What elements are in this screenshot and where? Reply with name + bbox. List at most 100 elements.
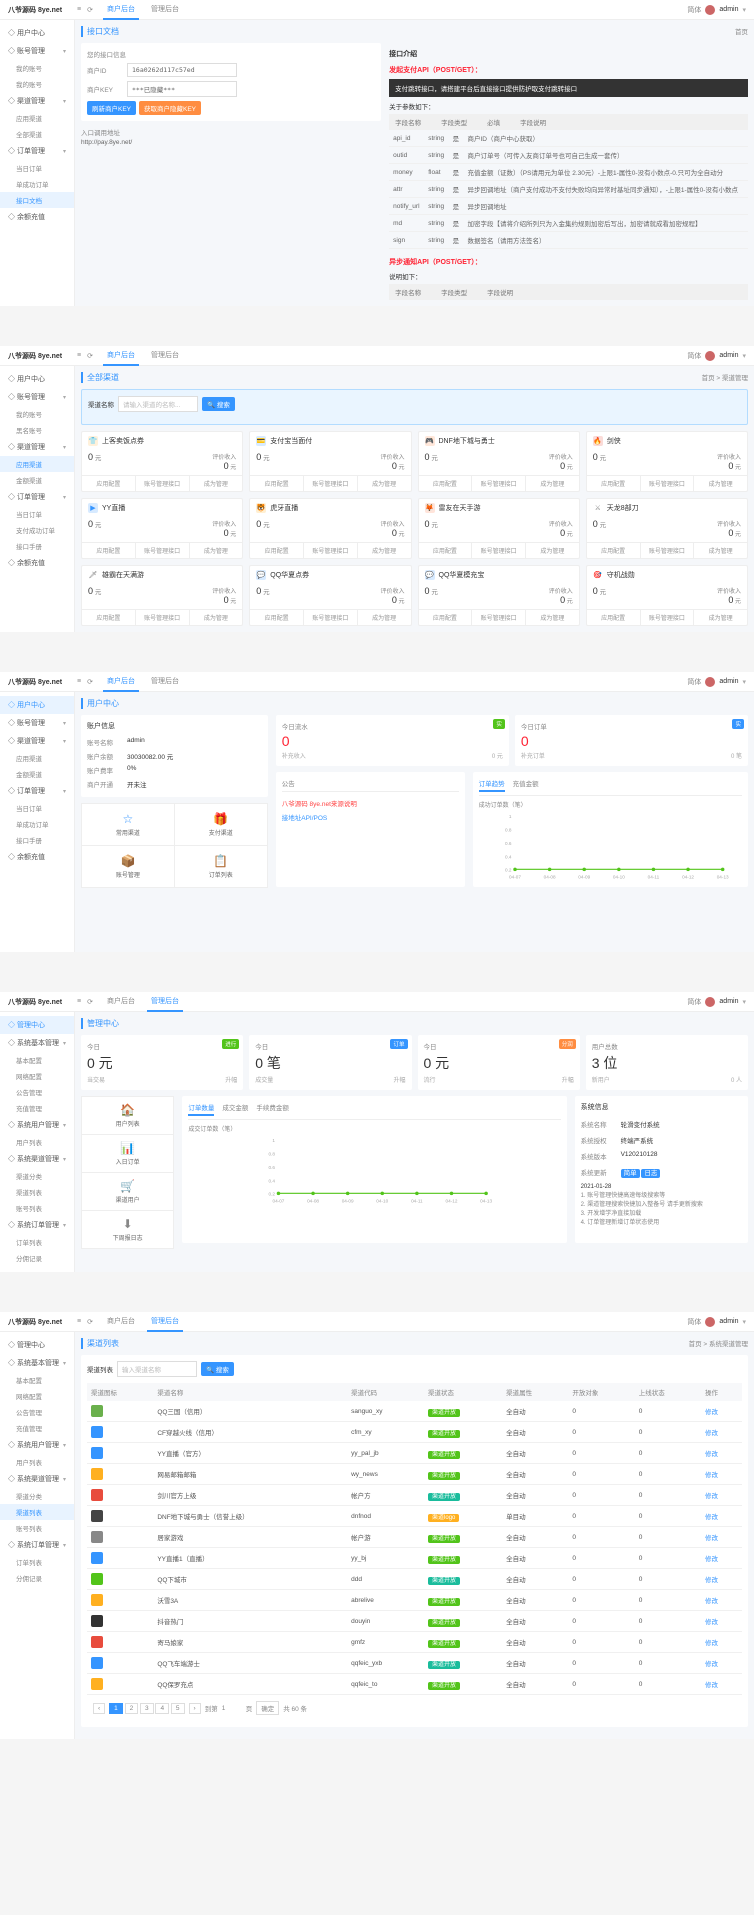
refresh-icon[interactable]: ⟳ <box>87 998 93 1006</box>
tab-merchant[interactable]: 商户后台 <box>103 0 139 20</box>
sidebar-sub-item[interactable]: 金额渠道 <box>0 766 74 782</box>
refresh-icon[interactable]: ⟳ <box>87 1318 93 1326</box>
sidebar-item[interactable]: ◇ 管理中心 <box>0 1336 74 1354</box>
page-number[interactable]: 4 <box>155 1703 169 1714</box>
tab-admin[interactable]: 管理后台 <box>147 992 183 1012</box>
sidebar-item[interactable]: ◇ 系统订单管理▾ <box>0 1216 74 1234</box>
sidebar-sub-item[interactable]: 当日订单 <box>0 160 74 176</box>
search-input[interactable]: 请输入渠道的名称... <box>118 396 198 412</box>
sidebar-sub-item[interactable]: 接口手册 <box>0 538 74 554</box>
page-number[interactable]: 1 <box>109 1703 123 1714</box>
card-action[interactable]: 成为管理 <box>526 476 579 491</box>
menu-toggle-icon[interactable]: ≡ <box>77 678 81 686</box>
tab-merchant[interactable]: 商户后台 <box>103 346 139 366</box>
card-action[interactable]: 成为管理 <box>358 476 411 491</box>
sidebar-item[interactable]: ◇ 订单管理▾ <box>0 488 74 506</box>
card-action[interactable]: 应用配置 <box>587 543 641 558</box>
sidebar-sub-item[interactable]: 应用渠道 <box>0 110 74 126</box>
avatar-icon[interactable] <box>705 1317 715 1327</box>
tab-merchant[interactable]: 商户后台 <box>103 992 139 1012</box>
quick-link[interactable]: ☆常用渠道 <box>82 804 174 845</box>
sidebar-item[interactable]: ◇ 系统订单管理▾ <box>0 1536 74 1554</box>
chart-tab[interactable]: 充值金额 <box>513 778 539 792</box>
chart-tab[interactable]: 订单趋势 <box>479 778 505 792</box>
tab-merchant[interactable]: 商户后台 <box>103 672 139 692</box>
sidebar-sub-item[interactable]: 单成功订单 <box>0 176 74 192</box>
sidebar-sub-item[interactable]: 我的账号 <box>0 406 74 422</box>
page-number[interactable]: 3 <box>140 1703 154 1714</box>
sidebar-sub-item[interactable]: 支付成功订单 <box>0 522 74 538</box>
card-action[interactable]: 账号管理接口 <box>304 543 358 558</box>
lang-switch[interactable]: 简体 <box>687 997 701 1007</box>
tab-admin[interactable]: 管理后台 <box>147 346 183 366</box>
sidebar-sub-item[interactable]: 黑名账号 <box>0 422 74 438</box>
sidebar-item[interactable]: ◇ 账号管理▾ <box>0 714 74 732</box>
card-action[interactable]: 账号管理接口 <box>641 610 695 625</box>
sidebar-item[interactable]: ◇ 系统渠道管理▾ <box>0 1470 74 1488</box>
sidebar-sub-item[interactable]: 账号列表 <box>0 1520 74 1536</box>
sidebar-item[interactable]: ◇ 账号管理▾ <box>0 42 74 60</box>
tab-admin[interactable]: 管理后台 <box>147 1312 183 1332</box>
card-action[interactable]: 成为管理 <box>694 610 747 625</box>
vnav-item[interactable]: ⬇下周报日志 <box>82 1211 173 1248</box>
card-action[interactable]: 账号管理接口 <box>641 543 695 558</box>
get-hidden-key-button[interactable]: 获取商户隐藏KEY <box>139 101 201 115</box>
card-action[interactable]: 应用配置 <box>587 610 641 625</box>
sidebar-item[interactable]: ◇ 用户中心 <box>0 24 74 42</box>
page-jump-input[interactable]: 1 <box>222 1705 242 1712</box>
lang-switch[interactable]: 简体 <box>687 677 701 687</box>
sidebar-sub-item[interactable]: 渠道列表 <box>0 1504 74 1520</box>
lang-switch[interactable]: 简体 <box>687 1317 701 1327</box>
sidebar-item[interactable]: ◇ 余额充值 <box>0 554 74 572</box>
vnav-item[interactable]: 🏠用户列表 <box>82 1097 173 1134</box>
card-action[interactable]: 应用配置 <box>250 543 304 558</box>
card-action[interactable]: 成为管理 <box>526 543 579 558</box>
badge[interactable]: 日志 <box>641 1169 660 1178</box>
card-action[interactable]: 账号管理接口 <box>136 610 190 625</box>
edit-link[interactable]: 修改 <box>705 1493 718 1500</box>
sidebar-item[interactable]: ◇ 管理中心 <box>0 1016 74 1034</box>
vnav-item[interactable]: 📊入日订单 <box>82 1135 173 1172</box>
sidebar-item[interactable]: ◇ 用户中心 <box>0 370 74 388</box>
card-action[interactable]: 账号管理接口 <box>641 476 695 491</box>
edit-link[interactable]: 修改 <box>705 1535 718 1542</box>
sidebar-sub-item[interactable]: 订单列表 <box>0 1234 74 1250</box>
menu-toggle-icon[interactable]: ≡ <box>77 352 81 360</box>
sidebar-sub-item[interactable]: 订单列表 <box>0 1554 74 1570</box>
card-action[interactable]: 账号管理接口 <box>472 476 526 491</box>
card-action[interactable]: 账号管理接口 <box>304 476 358 491</box>
avatar-icon[interactable] <box>705 997 715 1007</box>
chart-tab[interactable]: 订单数量 <box>188 1102 214 1116</box>
edit-link[interactable]: 修改 <box>705 1556 718 1563</box>
sidebar-sub-item[interactable]: 接口文档 <box>0 192 74 208</box>
sidebar-sub-item[interactable]: 基本配置 <box>0 1052 74 1068</box>
refresh-icon[interactable]: ⟳ <box>87 6 93 14</box>
sidebar-item[interactable]: ◇ 系统用户管理▾ <box>0 1436 74 1454</box>
sidebar-sub-item[interactable]: 单成功订单 <box>0 816 74 832</box>
sidebar-sub-item[interactable]: 应用渠道 <box>0 456 74 472</box>
sidebar-sub-item[interactable]: 接口手册 <box>0 832 74 848</box>
refresh-icon[interactable]: ⟳ <box>87 352 93 360</box>
avatar-icon[interactable] <box>705 677 715 687</box>
lang-switch[interactable]: 简体 <box>687 5 701 15</box>
card-action[interactable]: 成为管理 <box>694 476 747 491</box>
menu-toggle-icon[interactable]: ≡ <box>77 6 81 14</box>
search-button[interactable]: 🔍 搜索 <box>202 397 235 411</box>
card-action[interactable]: 成为管理 <box>190 610 243 625</box>
card-action[interactable]: 应用配置 <box>250 610 304 625</box>
card-action[interactable]: 成为管理 <box>358 543 411 558</box>
username[interactable]: admin <box>719 352 738 359</box>
edit-link[interactable]: 修改 <box>705 1451 718 1458</box>
sidebar-item[interactable]: ◇ 用户中心 <box>0 696 74 714</box>
announce-link[interactable]: 接地址API/POS <box>282 810 459 824</box>
avatar-icon[interactable] <box>705 5 715 15</box>
card-action[interactable]: 账号管理接口 <box>136 476 190 491</box>
sidebar-sub-item[interactable]: 应用渠道 <box>0 750 74 766</box>
sidebar-sub-item[interactable]: 全部渠道 <box>0 126 74 142</box>
sidebar-sub-item[interactable]: 分佣记录 <box>0 1250 74 1266</box>
sidebar-sub-item[interactable]: 网络配置 <box>0 1388 74 1404</box>
page-prev[interactable]: ‹ <box>93 1703 105 1714</box>
tab-admin[interactable]: 管理后台 <box>147 672 183 692</box>
card-action[interactable]: 应用配置 <box>419 543 473 558</box>
sidebar-sub-item[interactable]: 网络配置 <box>0 1068 74 1084</box>
